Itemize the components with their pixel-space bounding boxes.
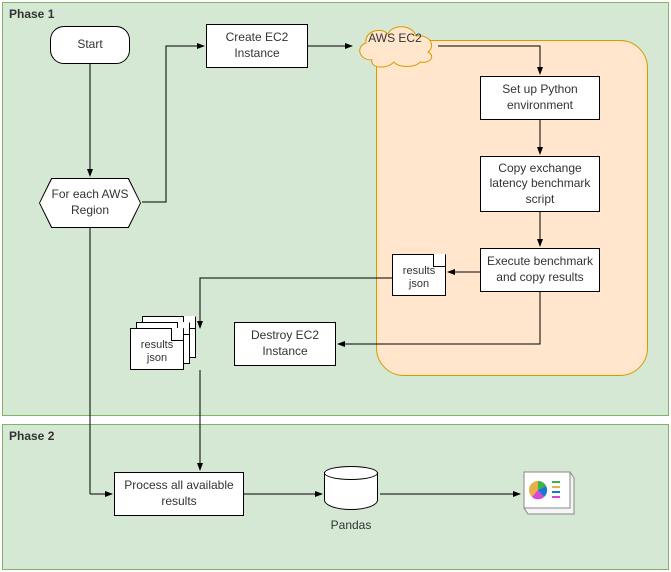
pandas-db: Pandas	[324, 466, 378, 532]
setup-python-node: Set up Python environment	[480, 76, 600, 120]
create-ec2-label: Create EC2 Instance	[211, 30, 303, 61]
for-region-node: For each AWS Region	[40, 179, 140, 227]
start-label: Start	[77, 37, 102, 53]
exec-bench-label: Execute benchmark and copy results	[485, 254, 595, 285]
copy-script-node: Copy exchange latency benchmark script	[480, 156, 600, 212]
chart-icon	[522, 470, 576, 516]
destroy-ec2-node: Destroy EC2 Instance	[234, 322, 336, 366]
exec-bench-node: Execute benchmark and copy results	[480, 248, 600, 292]
process-results-label: Process all available results	[119, 478, 239, 509]
aws-ec2-cloud: AWS EC2	[350, 20, 440, 70]
copy-script-label: Copy exchange latency benchmark script	[485, 161, 595, 208]
pandas-label: Pandas	[331, 518, 372, 532]
results-json-note: results json	[392, 254, 446, 296]
aws-ec2-label: AWS EC2	[350, 32, 440, 46]
phase-1-label: Phase 1	[9, 7, 54, 21]
create-ec2-node: Create EC2 Instance	[206, 24, 308, 68]
start-node: Start	[50, 26, 130, 64]
results-stack-label: results json	[131, 339, 183, 365]
database-icon	[324, 466, 378, 516]
results-stack: results json	[130, 316, 196, 370]
setup-python-label: Set up Python environment	[485, 82, 595, 113]
diagram-canvas: Phase 1 Phase 2 Start For each AWS Regio…	[0, 0, 671, 572]
destroy-ec2-label: Destroy EC2 Instance	[239, 328, 331, 359]
process-results-node: Process all available results	[114, 472, 244, 516]
for-region-label: For each AWS Region	[46, 187, 134, 218]
results-json-label: results json	[393, 265, 445, 291]
phase-2-label: Phase 2	[9, 429, 54, 443]
